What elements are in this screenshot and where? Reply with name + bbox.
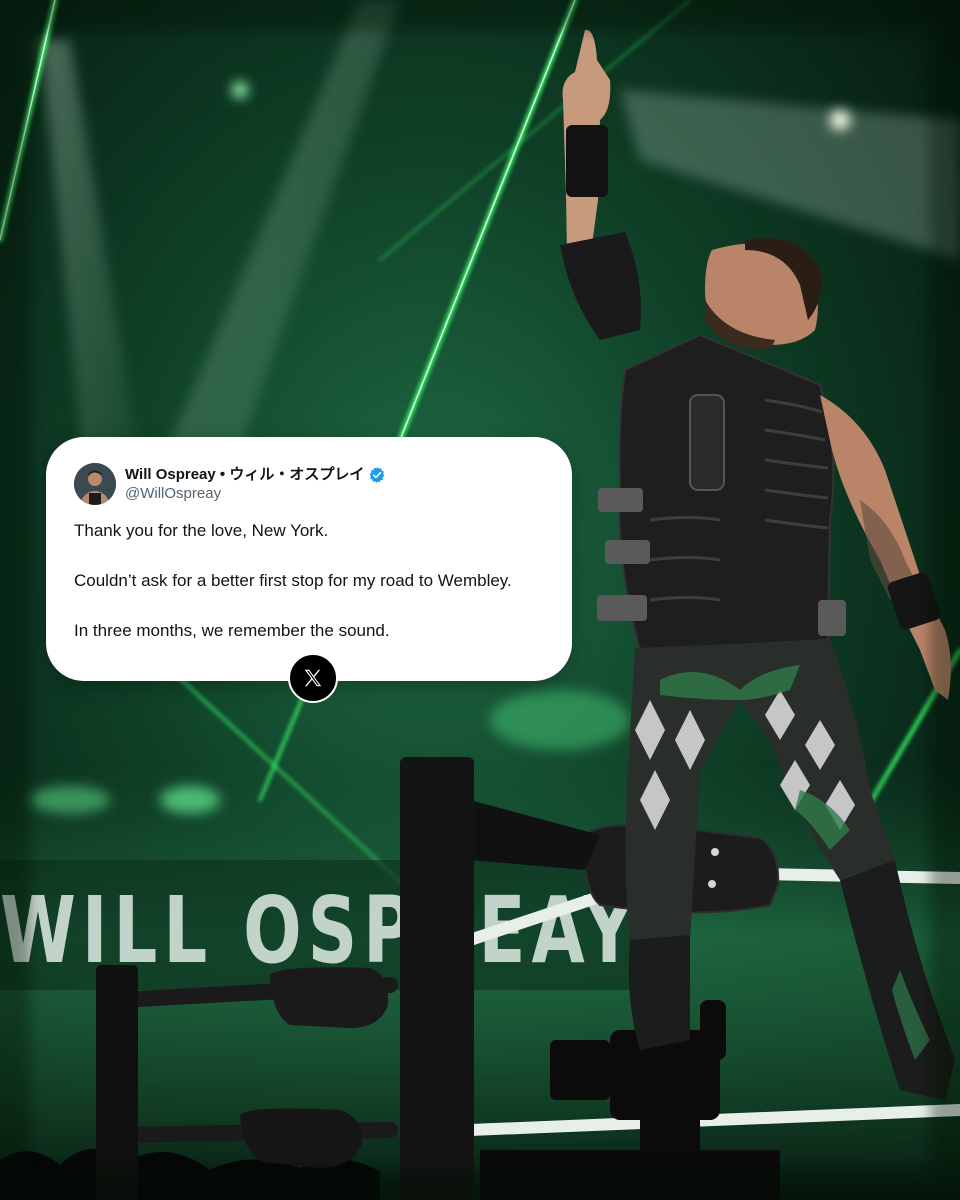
photo-stage: WILL OSPREAY Will Ospreay • ウィル・オスプレイ @W… (0, 0, 960, 1200)
tweet-line: Thank you for the love, New York. (74, 521, 329, 540)
author-block: Will Ospreay • ウィル・オスプレイ @WillOspreay (125, 465, 386, 503)
display-name-row: Will Ospreay • ウィル・オスプレイ (125, 465, 386, 484)
verified-badge-icon (368, 466, 386, 484)
handle[interactable]: @WillOspreay (125, 484, 386, 503)
tweet-line: In three months, we remember the sound. (74, 621, 390, 640)
display-name[interactable]: Will Ospreay • ウィル・オスプレイ (125, 465, 364, 484)
x-logo-icon (288, 653, 338, 703)
avatar[interactable] (74, 463, 116, 505)
tweet-card[interactable]: Will Ospreay • ウィル・オスプレイ @WillOspreay Th… (46, 437, 572, 681)
tweet-line: Couldn’t ask for a better first stop for… (74, 571, 512, 590)
tweet-header: Will Ospreay • ウィル・オスプレイ @WillOspreay (74, 463, 544, 505)
tweet-text: Thank you for the love, New York. Couldn… (74, 521, 544, 641)
